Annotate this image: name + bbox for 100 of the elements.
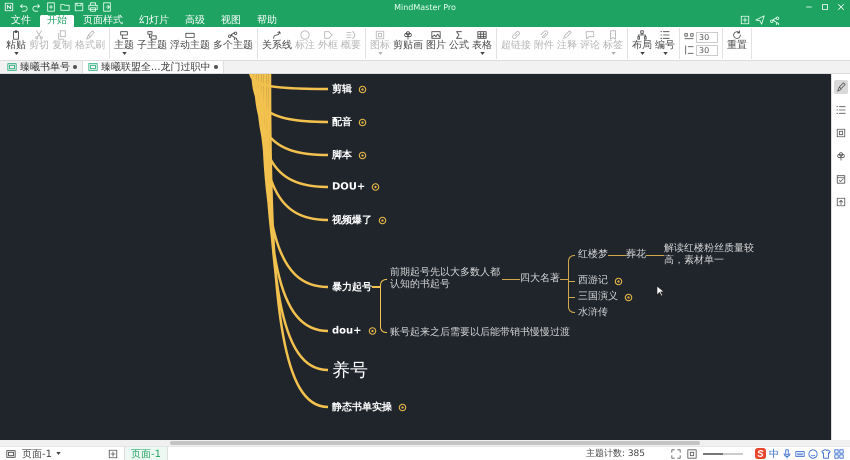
new-button[interactable] (740, 14, 750, 24)
page-view-icon (88, 62, 98, 72)
shirt-icon (821, 448, 831, 458)
spacing-h-icon (684, 32, 694, 42)
quick-access-button[interactable] (88, 2, 98, 12)
topic-text[interactable]: 水浒传 (578, 307, 608, 319)
caret-icon (56, 452, 61, 455)
collapse-icon[interactable] (398, 402, 407, 412)
topic-text[interactable]: 前期起号先以大多数人都认知的书起号 (390, 267, 502, 291)
topic-text[interactable]: 解读红楼粉丝质量较高，素材单一 (664, 243, 764, 267)
reset-button[interactable]: 重置 (727, 28, 747, 59)
quick-access-button[interactable] (102, 2, 112, 12)
export-icon (102, 2, 112, 12)
topic-text[interactable]: dou+ (332, 324, 362, 338)
collapse-icon[interactable] (358, 84, 367, 94)
rectangle-icon (185, 30, 195, 40)
bookmark-icon (608, 30, 618, 40)
microphone-icon (782, 448, 792, 458)
page-dropdown[interactable]: 页面-1 (22, 446, 102, 460)
curve-arrow-icon (272, 30, 282, 40)
link-icon (511, 30, 521, 40)
redo-icon (32, 2, 42, 12)
bracket-icon (346, 30, 356, 40)
topic-text[interactable]: 静态书单实操 (332, 399, 392, 415)
toolbar-button[interactable]: 主题 (114, 28, 134, 59)
publish-button[interactable] (755, 14, 765, 24)
collapse-icon[interactable] (358, 150, 367, 160)
topic-text[interactable]: 视频爆了 (332, 212, 372, 228)
close-button[interactable] (836, 2, 846, 12)
spacing-field[interactable]: 30 (696, 44, 718, 56)
save-icon (74, 2, 84, 12)
pencil-icon (562, 30, 572, 40)
send-icon (755, 14, 765, 24)
print-icon (88, 2, 98, 12)
clover-icon (836, 151, 846, 161)
nodes-icon (228, 30, 238, 40)
toolbar-button[interactable]: 浮动主题 (170, 28, 210, 59)
collapse-icon[interactable] (358, 118, 367, 126)
toolbar-button[interactable]: 表格 (472, 28, 492, 59)
toolbar-button[interactable]: 多个主题 (213, 28, 253, 59)
quick-access-button[interactable] (18, 2, 28, 12)
document-tab[interactable]: 臻曦联盟全...龙门过职中 (83, 61, 224, 73)
upload-box-icon (836, 197, 846, 207)
topic-text[interactable]: 三国演义 (578, 291, 618, 303)
spacing-v-icon (684, 45, 694, 55)
topic-text[interactable]: 脚本 (332, 147, 352, 163)
paperclip-icon (539, 30, 549, 40)
topic-text[interactable]: 剪辑 (332, 81, 352, 97)
topic-text[interactable]: 账号起来之后需要以后能带销书慢慢过渡 (390, 327, 570, 339)
collapse-icon[interactable] (378, 216, 387, 224)
collapse-icon[interactable] (368, 326, 377, 336)
toolbar-button[interactable]: 子主题 (137, 28, 167, 59)
quick-access-button[interactable] (46, 2, 56, 12)
square-frame-icon (375, 30, 385, 40)
topic-text[interactable]: 四大名著 (520, 273, 560, 285)
fullscreen-button[interactable] (687, 448, 697, 458)
toolbar-button[interactable]: 图片 (426, 28, 446, 59)
side-panel-button[interactable] (834, 80, 848, 94)
quick-access-button[interactable] (32, 2, 42, 12)
page-view-icon (6, 448, 16, 458)
toolbar-button[interactable]: 编号 (655, 28, 675, 59)
spacing-field[interactable]: 30 (696, 32, 718, 42)
scrollbar-thumb[interactable] (170, 441, 700, 445)
side-panel-button[interactable] (834, 126, 848, 140)
topic-text[interactable]: 配音 (332, 114, 352, 130)
maximize-button[interactable] (820, 2, 830, 12)
topic-text[interactable]: DOU+ (332, 180, 366, 194)
quick-access-button[interactable] (74, 2, 84, 12)
topic-text[interactable]: 西游记 (578, 275, 608, 287)
undo-icon (18, 2, 28, 12)
collapse-icon[interactable] (614, 276, 623, 286)
collapse-icon[interactable] (371, 182, 380, 192)
calendar-check-icon (836, 174, 846, 184)
fit-button[interactable] (671, 448, 681, 458)
input-mode[interactable]: 中 (769, 446, 779, 460)
page-view-icon (7, 62, 17, 72)
topic-text[interactable]: 养号 (332, 357, 368, 383)
topic-text[interactable]: 葬花 (626, 249, 646, 261)
share-button[interactable] (770, 14, 780, 24)
topic-count: 主题计数: 385 (586, 448, 645, 460)
smiley-icon (808, 448, 818, 458)
side-panel-button[interactable] (834, 195, 848, 209)
refresh-icon (732, 30, 742, 40)
toolbar-button[interactable]: 关系线 (262, 28, 292, 59)
clover-icon (403, 30, 413, 40)
tag-icon (323, 30, 333, 40)
quick-access-button[interactable] (60, 2, 70, 12)
mouse-pointer-icon (656, 285, 664, 297)
toolbar-button[interactable]: 公式 (449, 28, 469, 59)
topic-text[interactable]: 暴力起号 (332, 279, 372, 295)
app-logo-icon (4, 2, 14, 12)
add-page-button[interactable] (108, 448, 118, 458)
square-frame-icon (836, 128, 846, 138)
collapse-icon[interactable] (624, 292, 633, 302)
clipboard-icon (11, 30, 21, 40)
toolbar-button[interactable]: 剪贴画 (393, 28, 423, 59)
topic-text[interactable]: 红楼梦 (578, 249, 608, 261)
toolbar-button[interactable]: 布局 (632, 28, 652, 59)
toolbar-button[interactable]: 粘贴 (6, 28, 26, 59)
scissors-icon (34, 30, 44, 40)
